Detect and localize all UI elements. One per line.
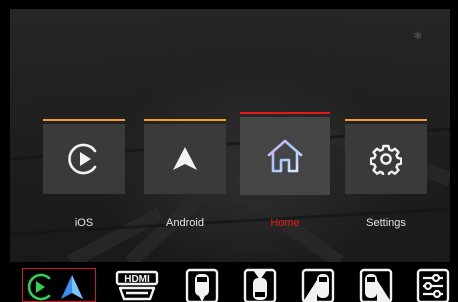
tile-indicator-bar: [43, 119, 125, 121]
tile-icon-box[interactable]: [144, 124, 226, 194]
carplay-icon: [27, 273, 51, 301]
tile-icon-box[interactable]: [43, 124, 125, 194]
head-unit-screen: ✱ iOS Android Home Settings HDMI: [0, 0, 458, 302]
tile-icon-box[interactable]: [240, 117, 330, 195]
rear-camera-icon: [243, 268, 277, 302]
android-auto-icon: [173, 147, 197, 170]
dock-button-carplay-android-auto[interactable]: [22, 268, 96, 302]
tile-indicator-bar: [240, 112, 330, 114]
tile-indicator-bar: [144, 119, 226, 121]
home-icon: [267, 139, 303, 173]
hdmi-label: HDMI: [124, 274, 150, 285]
left-camera-icon: [301, 268, 335, 302]
bluetooth-icon: ✱: [413, 31, 422, 42]
dock-button-right-camera[interactable]: [357, 268, 395, 302]
dock-button-hdmi[interactable]: HDMI: [114, 268, 160, 302]
gear-icon: [370, 144, 402, 175]
sliders-icon: [416, 268, 450, 302]
tile-label-ios: iOS: [74, 217, 94, 229]
play-circle-icon: [68, 143, 97, 175]
dock-button-left-camera[interactable]: [299, 268, 337, 302]
tile-label-settings: Settings: [366, 217, 406, 229]
tile-label-home: Home: [270, 217, 300, 229]
dock-button-adjust[interactable]: [415, 268, 451, 302]
dock-button-rear-camera[interactable]: [241, 268, 279, 302]
android-auto-icon: [61, 275, 83, 299]
carplay-android-auto-icon: [27, 273, 83, 301]
hdmi-icon: HDMI: [115, 270, 159, 301]
dock-button-front-camera[interactable]: [183, 268, 221, 302]
bottom-dock: HDMI: [0, 262, 458, 302]
front-camera-icon: [185, 268, 219, 302]
tile-icon-box[interactable]: [345, 124, 427, 194]
right-camera-icon: [359, 268, 393, 302]
tile-label-android: Android: [166, 217, 204, 229]
tile-indicator-bar: [345, 119, 427, 121]
